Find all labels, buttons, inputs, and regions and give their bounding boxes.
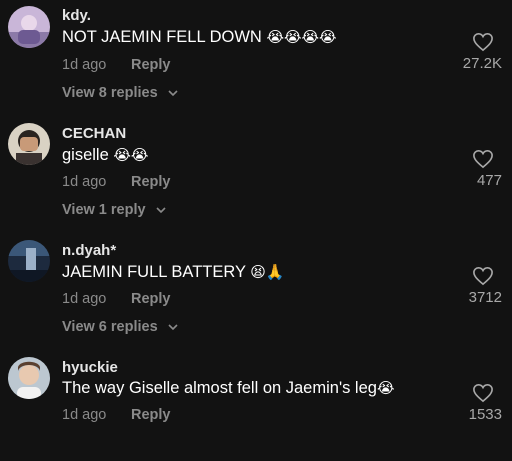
- avatar[interactable]: [8, 240, 50, 282]
- view-replies-button[interactable]: View 6 replies: [62, 319, 178, 335]
- comment-emojis: 😭: [376, 379, 395, 397]
- avatar[interactable]: [8, 6, 50, 48]
- like-count: 1533: [468, 406, 502, 423]
- comment-text: NOT JAEMIN FELL DOWN 😭😭😭😭: [62, 28, 337, 47]
- comment-item: hyuckie The way Giselle almost fell on J…: [0, 351, 512, 461]
- view-replies-button[interactable]: View 8 replies: [62, 85, 178, 101]
- avatar-image: [8, 6, 50, 48]
- comment-item: CECHAN giselle 😭😭 1d ago Reply View 1 re…: [0, 117, 512, 227]
- chevron-down-icon: [168, 324, 178, 330]
- comment-item: kdy. NOT JAEMIN FELL DOWN 😭😭😭😭 1d ago Re…: [0, 0, 512, 110]
- like-count: 27.2K: [462, 55, 502, 72]
- comment-timestamp: 1d ago: [62, 291, 107, 307]
- comment-timestamp: 1d ago: [62, 407, 107, 423]
- reply-button[interactable]: Reply: [131, 291, 171, 307]
- comment-emojis: 😭😭: [113, 146, 149, 164]
- comment-username[interactable]: CECHAN: [62, 125, 126, 142]
- comment-timestamp: 1d ago: [62, 174, 107, 190]
- view-replies-label: View 6 replies: [62, 319, 158, 335]
- comment-item: n.dyah* JAEMIN FULL BATTERY 😫🙏 1d ago Re…: [0, 234, 512, 344]
- comment-username[interactable]: kdy.: [62, 7, 91, 24]
- comment-body: JAEMIN FULL BATTERY: [62, 263, 246, 281]
- comment-text: The way Giselle almost fell on Jaemin's …: [62, 379, 394, 398]
- like-count: 477: [476, 172, 502, 189]
- view-replies-button[interactable]: View 1 reply: [62, 202, 166, 218]
- comment-username[interactable]: hyuckie: [62, 359, 118, 376]
- comment-username[interactable]: n.dyah*: [62, 242, 116, 259]
- comment-body: giselle: [62, 146, 109, 164]
- avatar-image: [8, 123, 50, 165]
- avatar[interactable]: [8, 357, 50, 399]
- comment-text: JAEMIN FULL BATTERY 😫🙏: [62, 263, 285, 282]
- comment-body: NOT JAEMIN FELL DOWN: [62, 28, 262, 46]
- avatar-image: [8, 357, 50, 399]
- avatar-image: [8, 240, 50, 282]
- heart-icon[interactable]: [472, 383, 494, 403]
- view-replies-label: View 1 reply: [62, 202, 146, 218]
- chevron-down-icon: [168, 90, 178, 96]
- comment-body: The way Giselle almost fell on Jaemin's …: [62, 379, 377, 397]
- comment-emojis: 😭😭😭😭: [266, 28, 337, 46]
- heart-icon[interactable]: [472, 32, 494, 52]
- view-replies-label: View 8 replies: [62, 85, 158, 101]
- comment-emojis: 😫🙏: [250, 263, 285, 281]
- comment-timestamp: 1d ago: [62, 57, 107, 73]
- reply-button[interactable]: Reply: [131, 57, 171, 73]
- avatar[interactable]: [8, 123, 50, 165]
- heart-icon[interactable]: [472, 149, 494, 169]
- like-count: 3712: [468, 289, 502, 306]
- reply-button[interactable]: Reply: [131, 407, 171, 423]
- chevron-down-icon: [156, 207, 166, 213]
- reply-button[interactable]: Reply: [131, 174, 171, 190]
- comment-text: giselle 😭😭: [62, 146, 148, 165]
- heart-icon[interactable]: [472, 266, 494, 286]
